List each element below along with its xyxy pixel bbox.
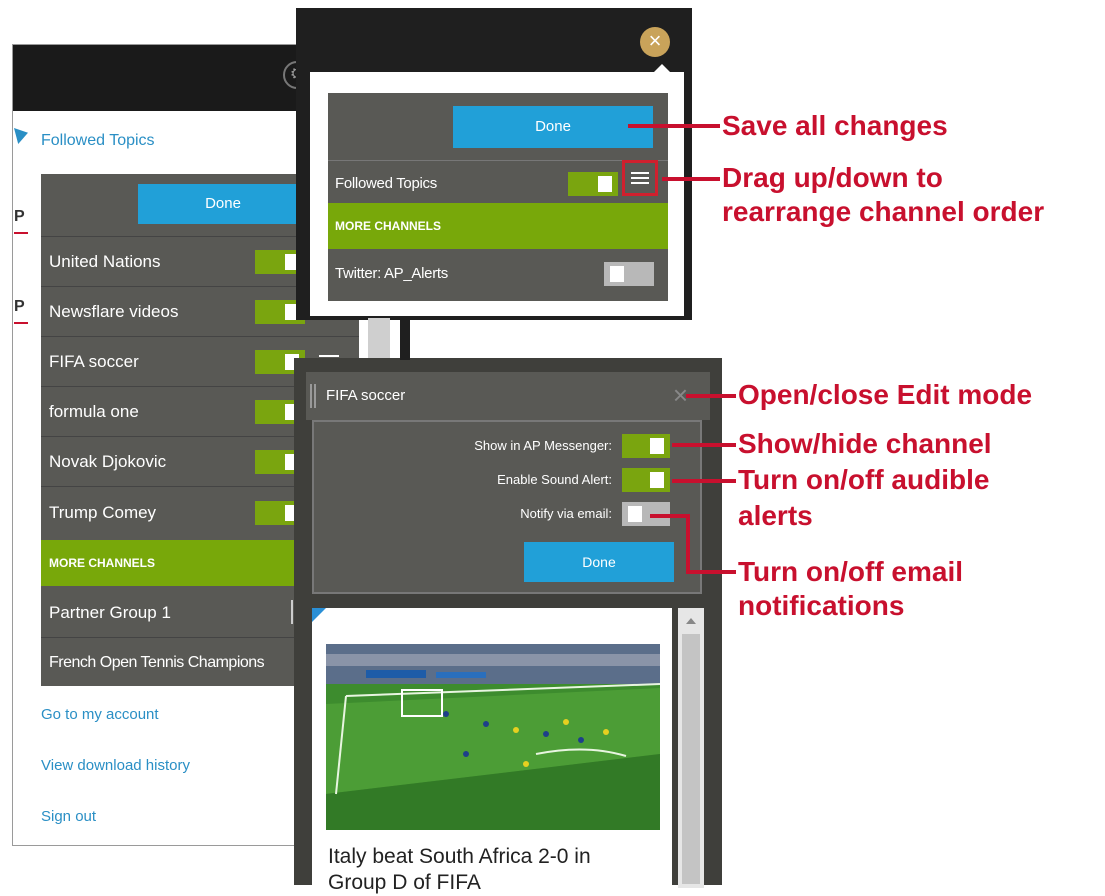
setting-row: Enable Sound Alert:	[370, 468, 670, 492]
annotation-audible-line1: Turn on/off audible	[738, 464, 990, 495]
annotation-line	[650, 514, 688, 518]
scroll-strip	[368, 318, 390, 358]
toggle-knob	[610, 266, 624, 282]
download-history-link[interactable]: View download history	[41, 757, 190, 774]
drag-bars	[631, 172, 649, 174]
account-link[interactable]: Go to my account	[41, 706, 159, 723]
side-letter: P	[14, 298, 25, 315]
channel-toggle[interactable]	[568, 172, 618, 196]
frame-edge	[400, 318, 410, 360]
toggle-knob	[628, 506, 642, 522]
toggle-knob	[650, 472, 664, 488]
annotation-audible-line2: alerts	[738, 500, 813, 531]
channel-edit-panel: FIFA soccer × Show in AP Messenger: Enab…	[294, 358, 722, 894]
more-channels-label: MORE CHANNELS	[49, 556, 156, 570]
annotation-line	[662, 177, 720, 181]
sound-alert-toggle[interactable]	[622, 468, 670, 492]
annotation-email-line2: notifications	[738, 590, 905, 621]
followed-topics-edit-panel: × Done Followed Topics MORE CHANNELS Twi…	[296, 8, 692, 320]
news-headline[interactable]: Italy beat South Africa 2-0 in Group D o…	[328, 844, 648, 896]
news-card[interactable]: Italy beat South Africa 2-0 in Group D o…	[312, 608, 672, 894]
divider	[14, 232, 28, 234]
toggle-knob	[598, 176, 612, 192]
followed-topics-heading: Followed Topics	[41, 132, 155, 149]
channel-label: Novak Djokovic	[49, 452, 167, 471]
channel-label: United Nations	[49, 252, 161, 271]
show-channel-toggle[interactable]	[622, 434, 670, 458]
drag-handle-icon[interactable]	[622, 160, 658, 196]
annotation-drag-line2: rearrange channel order	[722, 196, 1045, 227]
channel-label: FIFA soccer	[49, 352, 139, 371]
divider	[14, 322, 28, 324]
corner-tag	[312, 608, 326, 622]
annotation-line	[686, 394, 736, 398]
drag-handle-icon[interactable]	[319, 355, 339, 357]
scroll-up-icon[interactable]	[686, 618, 696, 624]
setting-label: Show in AP Messenger:	[474, 438, 612, 453]
setting-label: Enable Sound Alert:	[497, 472, 612, 487]
done-button[interactable]: Done	[453, 106, 653, 148]
channel-row[interactable]: Followed Topics	[328, 160, 668, 206]
channel-label: French Open Tennis Champions	[49, 654, 265, 671]
panel-title: FIFA soccer	[326, 387, 406, 404]
annotation-line	[686, 514, 690, 574]
scroll-thumb[interactable]	[682, 634, 700, 884]
channel-label: Newsflare videos	[49, 302, 179, 321]
channel-label: Trump Comey	[49, 503, 157, 522]
panel-title-bar: FIFA soccer ×	[306, 372, 710, 420]
side-letter: P	[14, 208, 25, 225]
annotation-line	[672, 443, 736, 447]
more-channels-label: MORE CHANNELS	[335, 219, 442, 233]
annotation-line	[686, 570, 736, 574]
channel-label: formula one	[49, 402, 139, 421]
more-channels-header: MORE CHANNELS	[328, 203, 668, 249]
scrollbar[interactable]	[678, 608, 704, 888]
channel-row[interactable]: Twitter: AP_Alerts	[328, 251, 668, 297]
annotation-drag-line1: Drag up/down to	[722, 162, 943, 193]
annotation-edit: Open/close Edit mode	[738, 379, 1033, 410]
close-icon[interactable]: ×	[640, 27, 670, 57]
channel-toggle[interactable]	[604, 262, 654, 286]
annotation-line	[628, 124, 720, 128]
grip-icon[interactable]	[310, 384, 312, 408]
annotation-save: Save all changes	[722, 110, 948, 141]
done-button[interactable]: Done	[524, 542, 674, 582]
channel-label: Twitter: AP_Alerts	[335, 265, 448, 282]
channel-label: Followed Topics	[335, 175, 437, 192]
match-photo[interactable]	[326, 644, 660, 830]
done-button[interactable]: Done	[138, 184, 308, 224]
annotation-show: Show/hide channel	[738, 428, 992, 459]
setting-label: Notify via email:	[520, 506, 612, 521]
annotation-email-line1: Turn on/off email	[738, 556, 964, 587]
annotation-line	[672, 479, 736, 483]
toggle-edge	[291, 600, 293, 624]
toggle-knob	[650, 438, 664, 454]
setting-row: Notify via email:	[370, 502, 670, 526]
channel-label: Partner Group 1	[49, 603, 171, 622]
sign-out-link[interactable]: Sign out	[41, 808, 96, 825]
popover-notch	[652, 64, 672, 74]
setting-row: Show in AP Messenger:	[370, 434, 670, 458]
